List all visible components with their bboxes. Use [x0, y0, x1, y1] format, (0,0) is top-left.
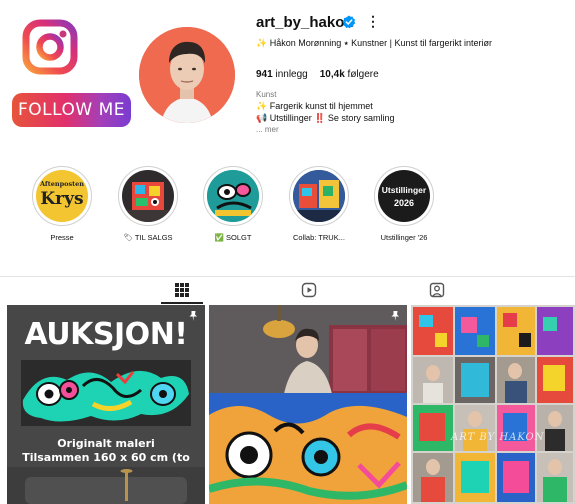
- pinned-icon: [189, 311, 197, 321]
- posts-count: 941: [256, 69, 273, 80]
- highlight-artwork: [293, 170, 345, 222]
- posts-label: innlegg: [275, 69, 308, 80]
- highlight-ring: [118, 166, 178, 226]
- verified-badge-icon: [342, 15, 356, 29]
- highlight-cover-text: 2026: [393, 198, 415, 208]
- profile-category: Kunst: [256, 90, 277, 99]
- avatar[interactable]: [139, 27, 235, 123]
- tabs-divider: [0, 276, 575, 277]
- highlight-artwork: [207, 170, 259, 222]
- post-artwork: [21, 360, 191, 426]
- bio-more-link[interactable]: ... mer: [256, 125, 279, 134]
- highlight-ring: [203, 166, 263, 226]
- highlight-ring: Aftenposten Krys: [32, 166, 92, 226]
- highlight-cover: [207, 170, 259, 222]
- grid-icon[interactable]: [174, 282, 190, 298]
- highlight-label: Utstillinger '26: [380, 233, 428, 242]
- post-watermark: ART BY HAKON: [451, 432, 545, 443]
- profile-username: art_by_hakon: [256, 14, 354, 31]
- post-background-sofa: [7, 467, 205, 504]
- profile-stats: 941 innlegg 10,4k følgere: [256, 69, 379, 80]
- post-photo: [209, 305, 407, 504]
- post-tile[interactable]: ART BY HAKON: [411, 305, 575, 504]
- highlight-artwork: [122, 182, 174, 222]
- tab-posts-active-indicator: [161, 302, 203, 304]
- avatar-portrait: [139, 27, 235, 123]
- highlight-ring: Utstillinger 2026: [374, 166, 434, 226]
- post-collage: [411, 305, 575, 504]
- post-title: AUKSJON!: [24, 317, 188, 352]
- highlight-utstillinger[interactable]: Utstillinger 2026 Utstillinger '26: [374, 166, 434, 242]
- highlight-label: Presse: [50, 233, 74, 242]
- post-subtitle-line: Originalt maleri: [57, 437, 155, 450]
- bio-line: 📢 Utstillinger ‼️ Se story samling: [256, 113, 395, 123]
- follow-me-badge[interactable]: FOLLOW ME: [12, 93, 131, 127]
- post-tile[interactable]: [209, 305, 407, 504]
- tagged-icon[interactable]: [429, 282, 445, 298]
- highlight-cover-text: Utstillinger: [381, 185, 427, 195]
- followers-count[interactable]: 10,4k: [320, 69, 345, 80]
- highlight-cover: Aftenposten Krys: [36, 170, 88, 222]
- highlight-collab[interactable]: Collab: TRUK...: [289, 166, 349, 242]
- highlight-presse[interactable]: Aftenposten Krys Presse: [32, 166, 92, 242]
- profile-display-name: ✨ Håkon Morønning ٭ Kunstner | Kunst til…: [256, 38, 493, 48]
- highlight-cover: [122, 170, 174, 222]
- pinned-icon: [391, 311, 399, 321]
- highlight-cover: [293, 170, 345, 222]
- highlight-label: ✅ SOLGT: [214, 233, 252, 242]
- followers-label[interactable]: følgere: [348, 69, 379, 80]
- highlight-til-salgs[interactable]: 🏷 TIL SALGS: [118, 166, 178, 242]
- instagram-logo-icon: [22, 19, 78, 75]
- highlight-ring: [289, 166, 349, 226]
- highlight-cover: Utstillinger 2026: [378, 170, 430, 222]
- more-options-icon[interactable]: ⋮: [366, 13, 380, 30]
- bio-line: ✨ Fargerik kunst til hjemmet: [256, 101, 373, 111]
- reels-icon[interactable]: [301, 282, 317, 298]
- highlight-cover-text: Aftenposten: [40, 180, 84, 188]
- highlight-cover-text: Krys: [40, 189, 84, 209]
- post-tile[interactable]: AUKSJON! Originalt maleri Tilsammen 160 …: [7, 305, 205, 504]
- highlight-solgt[interactable]: ✅ SOLGT: [203, 166, 263, 242]
